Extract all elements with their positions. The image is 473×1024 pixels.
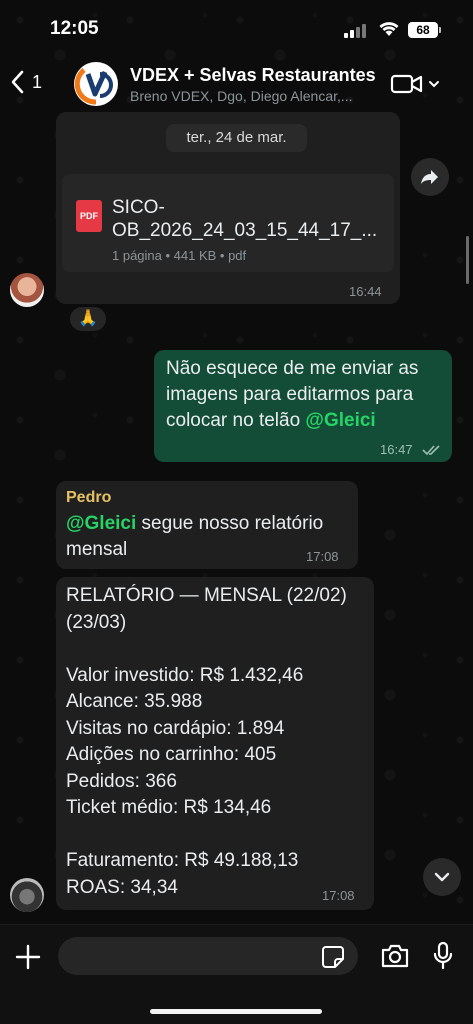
forward-button[interactable] [411,158,449,196]
report-line: Adições no carrinho: 405 [66,744,277,765]
status-bar: 12:05 68 [0,0,473,56]
message-time: 16:47 [380,442,413,457]
chevron-down-icon [429,81,439,88]
message-text: RELATÓRIO — MENSAL (22/02) (23/03) Valor i… [66,583,370,901]
report-message-bubble[interactable]: RELATÓRIO — MENSAL (22/02) (23/03) Valor i… [56,577,374,910]
message-time: 17:08 [322,888,355,903]
chevron-down-icon [434,872,450,882]
report-line: (23/03) [66,611,127,633]
read-receipt-icon [422,445,440,456]
video-call-button[interactable] [390,72,440,96]
report-line: Visitas no cardápio: 1.894 [66,717,285,739]
sender-avatar[interactable] [10,878,44,912]
report-line: Ticket médio: R$ 134,46 [66,797,272,818]
plus-icon [15,944,41,970]
message-text-line: colocar no telão @Gleici [166,408,446,434]
outgoing-message-bubble[interactable]: Não esquece de me enviar as imagens para… [154,350,452,462]
report-line: Pedidos: 366 [66,770,177,792]
message-text-line: @Gleici segue nosso relatório [66,511,356,537]
message-text-line: imagens para editarmos para [166,384,414,405]
pdf-file-meta: 1 página • 441 KB • pdf [112,248,247,263]
message-input[interactable] [58,937,358,975]
message-reaction[interactable]: 🙏 [68,305,108,333]
group-participants[interactable]: Breno VDEX, Dgo, Diego Alencar,... [130,88,353,104]
sender-name[interactable]: Pedro [66,489,111,507]
message-text: Não esquece de me enviar as imagens para… [166,356,446,434]
group-title[interactable]: VDEX + Selvas Restaurantes [130,65,376,86]
status-time: 12:05 [50,18,99,39]
message-time: 17:08 [306,549,339,564]
message-composer [0,924,473,1024]
incoming-message-bubble[interactable]: Pedro @Gleici segue nosso relatório mens… [56,481,358,569]
report-line [66,822,370,849]
report-line: Valor investido: R$ 1.432,46 [66,664,304,686]
wifi-icon [379,22,399,36]
battery-tip [439,27,441,33]
sticker-button[interactable] [321,945,345,974]
chevron-left-icon [11,70,24,94]
chat-header: 1 VDEX + Selvas Restaurantes Breno VDEX,… [0,56,473,112]
report-line [66,636,370,663]
report-line: Alcance: 35.988 [66,691,203,712]
pdf-file-icon: PDF [76,200,102,232]
video-camera-icon [390,74,423,94]
pdf-attachment-card[interactable]: PDF SICO- OB_2026_24_03_15_44_17_... 1 p… [62,174,394,272]
cellular-signal-icon [344,24,366,38]
mention-link[interactable]: @Gleici [66,513,136,534]
date-separator: ter., 24 de mar. [166,124,307,152]
scrollbar[interactable] [466,236,469,284]
scroll-to-bottom-button[interactable] [423,858,461,896]
message-text-line: Não esquece de me enviar as [166,358,419,379]
sender-avatar[interactable] [10,273,44,307]
camera-icon [381,944,409,968]
pdf-file-name-line2: OB_2026_24_03_15_44_17_... [112,220,378,241]
report-line: Faturamento: R$ 49.188,13 [66,850,299,871]
microphone-icon [433,941,453,970]
pdf-file-name-line1: SICO- [112,197,165,218]
attach-button[interactable] [14,943,42,976]
microphone-button[interactable] [432,941,454,976]
message-text-segment: segue nosso relatório [136,513,324,534]
back-button[interactable]: 1 [10,70,42,94]
camera-button[interactable] [380,943,410,974]
message-text-segment: colocar no telão [166,410,306,431]
forward-arrow-icon [421,170,438,184]
group-avatar[interactable] [74,62,118,106]
vdex-logo-icon [74,64,116,105]
message-time: 16:44 [349,284,382,299]
report-line: RELATÓRIO — MENSAL (22/02) [66,585,347,606]
mention-link[interactable]: @Gleici [305,410,375,431]
battery-icon: 68 [408,22,438,38]
home-indicator [150,1009,322,1014]
unread-count: 1 [32,71,43,92]
pdf-file-name: SICO- OB_2026_24_03_15_44_17_... [112,196,386,242]
sticker-icon [322,946,344,968]
